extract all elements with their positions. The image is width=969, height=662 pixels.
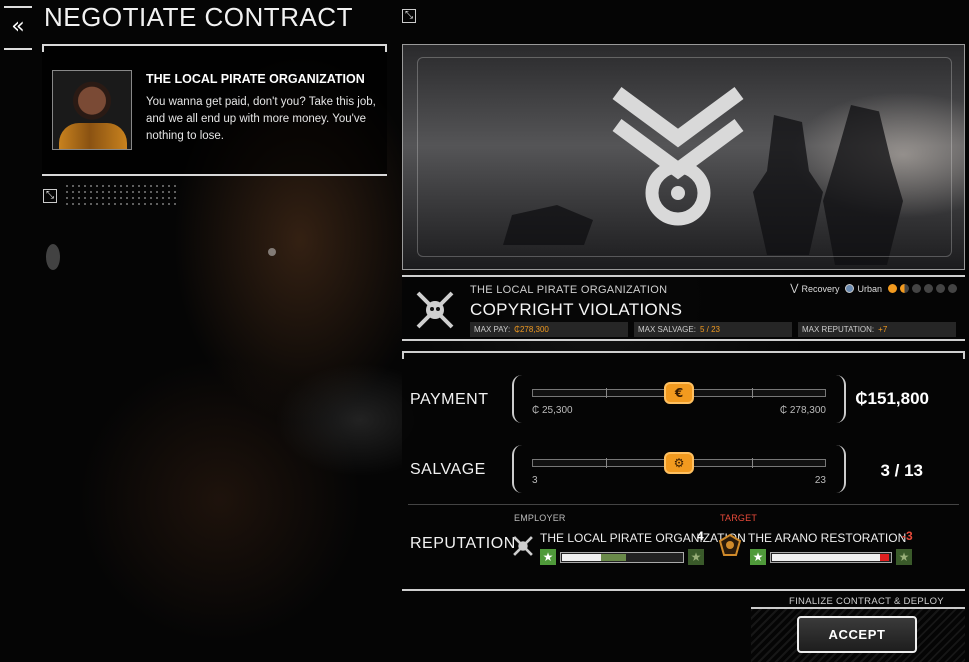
porthole-light bbox=[46, 244, 60, 270]
page-title: NEGOTIATE CONTRACT bbox=[44, 2, 353, 32]
difficulty-skull-empty-icon bbox=[924, 284, 933, 293]
urban-icon bbox=[845, 284, 855, 293]
arano-faction-icon bbox=[718, 533, 742, 556]
star-icon: ★ bbox=[750, 549, 766, 565]
negotiation-panel: PAYMENT € ₵ 25,300 ₵ 278,300 ₵151,800 SA… bbox=[402, 351, 965, 591]
speaker-portrait bbox=[52, 70, 132, 150]
salvage-min: 3 bbox=[532, 475, 538, 486]
target-rep-bar bbox=[770, 552, 892, 563]
salvage-slider-handle[interactable]: ⚙ bbox=[664, 452, 694, 474]
back-chevron-icon: « bbox=[11, 14, 25, 39]
salvage-label: SALVAGE bbox=[410, 461, 486, 478]
employer-rep-change: 4 bbox=[697, 529, 704, 543]
pirate-faction-icon bbox=[416, 291, 454, 329]
employer-rep-bar bbox=[560, 552, 684, 563]
payment-max: ₵ 278,300 bbox=[779, 405, 826, 416]
pirate-faction-icon bbox=[513, 536, 533, 556]
payment-label: PAYMENT bbox=[410, 391, 489, 408]
accept-button[interactable]: ACCEPT bbox=[797, 616, 917, 653]
salvage-value: 3 / 13 bbox=[880, 461, 923, 480]
max-reputation-stat: MAX REPUTATION: +7 bbox=[798, 322, 956, 337]
contract-tags: ⋁ Recovery Urban bbox=[790, 283, 957, 294]
payment-slider[interactable]: € ₵ 25,300 ₵ 278,300 bbox=[512, 375, 846, 423]
difficulty-skull-empty-icon bbox=[948, 284, 957, 293]
dialog-box: THE LOCAL PIRATE ORGANIZATION You wanna … bbox=[42, 44, 387, 176]
salvage-max: 23 bbox=[814, 475, 826, 486]
reputation-label: REPUTATION bbox=[410, 535, 516, 552]
max-pay-stat: MAX PAY: ₵278,300 bbox=[470, 322, 628, 337]
difficulty-rating bbox=[888, 284, 957, 293]
target-rep-change: -3 bbox=[902, 529, 913, 543]
faction-emblem-icon bbox=[612, 86, 744, 226]
recovery-icon: ⋁ bbox=[790, 283, 799, 294]
payment-value: ₵151,800 bbox=[855, 389, 929, 408]
back-button[interactable]: « bbox=[4, 6, 32, 50]
section-divider bbox=[408, 504, 959, 505]
payment-min: ₵ 25,300 bbox=[532, 405, 573, 416]
expand-hero-icon[interactable]: ⤡ bbox=[402, 9, 416, 23]
payment-slider-handle[interactable]: € bbox=[664, 382, 694, 404]
contract-title: COPYRIGHT VIOLATIONS bbox=[470, 300, 683, 319]
expand-icon[interactable]: ⤡ bbox=[43, 189, 57, 203]
max-salvage-stat: MAX SALVAGE: 5 / 23 bbox=[634, 322, 792, 337]
biome-tag: Urban bbox=[845, 284, 882, 294]
difficulty-skull-icon bbox=[888, 284, 897, 293]
difficulty-skull-empty-icon bbox=[912, 284, 921, 293]
mission-type-tag: ⋁ Recovery bbox=[790, 283, 840, 294]
salvage-slider[interactable]: ⚙ 3 23 bbox=[512, 445, 846, 493]
speaker-name: THE LOCAL PIRATE ORGANIZATION bbox=[146, 72, 365, 86]
contract-info-bar: THE LOCAL PIRATE ORGANIZATION COPYRIGHT … bbox=[402, 275, 965, 341]
ceiling-light bbox=[268, 248, 276, 256]
target-caption: TARGET bbox=[720, 513, 758, 523]
finalize-label: FINALIZE CONTRACT & DEPLOY bbox=[789, 596, 944, 607]
target-reputation: TARGET THE ARANO RESTORATION -3 ★ ★ bbox=[718, 513, 916, 573]
star-outline-icon: ★ bbox=[688, 549, 704, 565]
employer-reputation: EMPLOYER THE LOCAL PIRATE ORGANIZATION 4… bbox=[513, 513, 746, 573]
difficulty-skull-empty-icon bbox=[936, 284, 945, 293]
contract-employer: THE LOCAL PIRATE ORGANIZATION bbox=[470, 284, 668, 296]
speaker-text: You wanna get paid, don't you? Take this… bbox=[146, 96, 376, 142]
contract-hero-image bbox=[402, 44, 965, 270]
employer-caption: EMPLOYER bbox=[514, 513, 566, 523]
employer-name: THE LOCAL PIRATE ORGANIZATION bbox=[540, 531, 746, 545]
star-outline-icon: ★ bbox=[896, 549, 912, 565]
difficulty-skull-half-icon bbox=[900, 284, 909, 293]
dot-grid-decoration bbox=[64, 183, 178, 207]
star-icon: ★ bbox=[540, 549, 556, 565]
target-name: THE ARANO RESTORATION bbox=[748, 531, 907, 545]
